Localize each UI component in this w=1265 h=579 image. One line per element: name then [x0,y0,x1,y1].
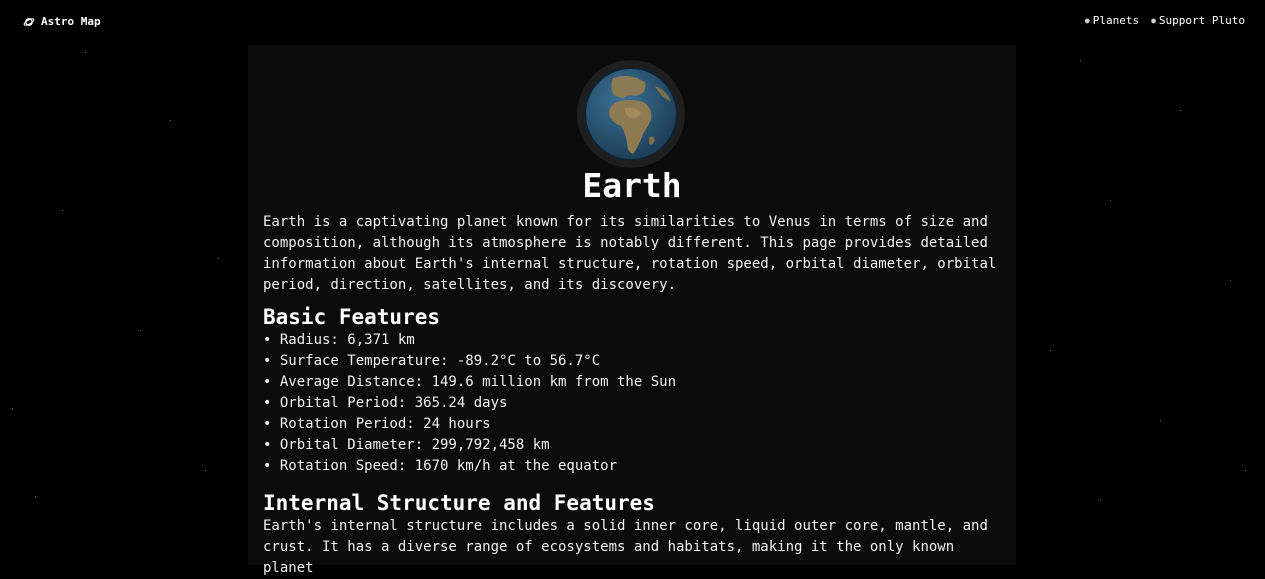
basic-features-heading: Basic Features [263,305,441,329]
list-item: Orbital Diameter: 299,792,458 km [263,435,676,456]
brand-link[interactable]: Astro Map [23,15,101,28]
basic-features-list: Radius: 6,371 km Surface Temperature: -8… [263,330,676,477]
list-item: Radius: 6,371 km [263,330,676,351]
list-item: Rotation Period: 24 hours [263,414,676,435]
planet-intro: Earth is a captivating planet known for … [263,214,997,293]
planet-title: Earth [582,166,682,205]
nav-link-label: Support Pluto [1158,14,1245,27]
list-item: Surface Temperature: -89.2°C to 56.7°C [263,351,676,372]
planet-image-frame [577,60,685,168]
nav-link-planets[interactable]: ● Planets [1085,14,1139,27]
bullet-icon: ● [1084,16,1090,25]
list-item: Orbital Period: 365.24 days [263,393,676,414]
internal-structure-text: Earth's internal structure includes a so… [263,518,988,576]
bullet-icon: ● [1151,16,1156,25]
brand-label: Astro Map [41,15,101,28]
list-item: Average Distance: 149.6 million km from … [263,372,676,393]
planet-ring-icon [23,16,35,28]
nav-link-support-pluto[interactable]: ● Support Pluto [1151,14,1245,27]
earth-globe-image [585,68,677,160]
nav-link-label: Planets [1092,14,1140,27]
planet-info-panel: Earth Earth is a captivating planet know… [248,45,1016,576]
top-nav: ● Planets ● Support Pluto [1085,14,1245,27]
list-item: Rotation Speed: 1670 km/h at the equator [263,456,676,477]
internal-structure-heading: Internal Structure and Features [263,491,655,515]
